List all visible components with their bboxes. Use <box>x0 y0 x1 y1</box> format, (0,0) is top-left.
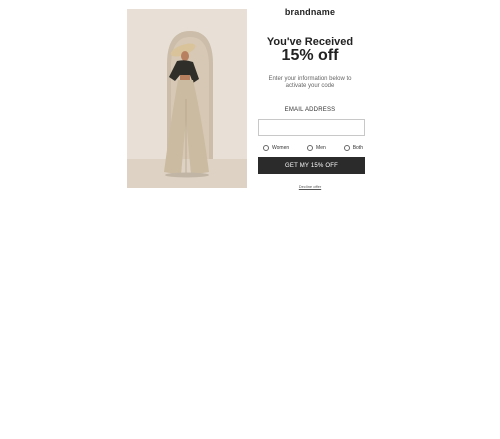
radio-both[interactable] <box>343 145 350 151</box>
gender-label-women: Women <box>272 145 290 151</box>
subtext-line-2: activate your code <box>285 83 335 89</box>
signup-popup: brandname You've Received 15% off Enter … <box>127 7 373 189</box>
radio-women[interactable] <box>263 145 269 151</box>
get-offer-button[interactable]: GET MY 15% OFF <box>258 157 365 174</box>
subtext: Enter your information below to activate… <box>255 76 365 90</box>
brand-logo: brandname <box>284 7 336 17</box>
decline-offer-link[interactable]: Decline offer <box>255 184 365 189</box>
gender-label-men: Men <box>316 145 326 151</box>
gender-option-men[interactable]: Men <box>307 145 326 151</box>
signup-panel: brandname You've Received 15% off Enter … <box>255 7 365 189</box>
subtext-line-1: Enter your information below to <box>268 76 352 82</box>
gender-selector: Women Men Both <box>263 144 363 152</box>
radio-men[interactable] <box>307 145 314 151</box>
offer-text: 15% off <box>281 47 339 64</box>
gender-label-both: Both <box>352 145 363 151</box>
gender-option-women[interactable]: Women <box>263 145 289 151</box>
hero-image <box>127 9 247 188</box>
email-field[interactable] <box>258 119 365 136</box>
email-label: EMAIL ADDRESS <box>284 107 336 113</box>
gender-option-both[interactable]: Both <box>343 145 363 151</box>
